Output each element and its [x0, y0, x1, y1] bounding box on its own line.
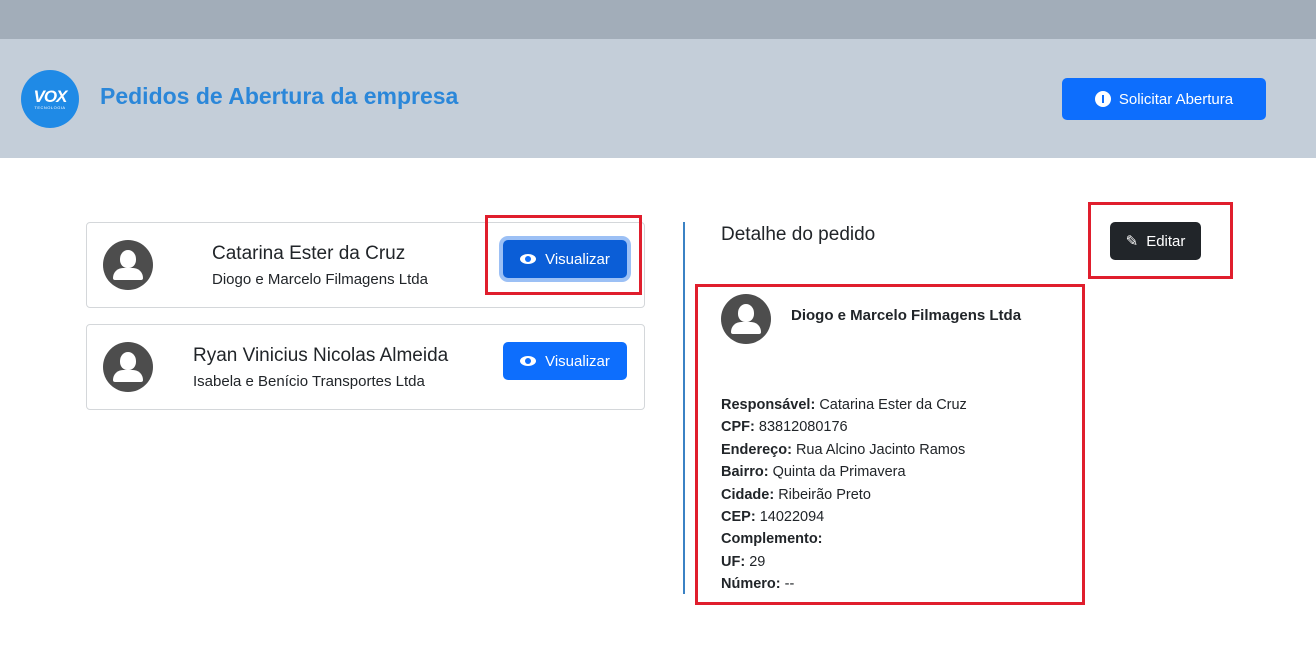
page-title: Pedidos de Abertura da empresa [100, 83, 459, 109]
order-card: Ryan Vinicius Nicolas Almeida Isabela e … [86, 324, 645, 410]
order-requester-name: Ryan Vinicius Nicolas Almeida [193, 345, 449, 366]
logo-text: VOX [33, 86, 68, 106]
order-company-name: Diogo e Marcelo Filmagens Ltda [212, 271, 428, 288]
visualizar-button[interactable]: Visualizar [503, 342, 627, 380]
vertical-divider [683, 222, 685, 594]
detail-title: Detalhe do pedido [721, 224, 876, 245]
order-requester-name: Catarina Ester da Cruz [212, 243, 406, 264]
highlight-box [695, 284, 1085, 605]
highlight-box [1088, 202, 1233, 279]
order-company-name: Isabela e Benício Transportes Ltda [193, 373, 425, 390]
eye-icon [520, 356, 537, 366]
plus-circle-icon [1094, 91, 1111, 107]
solicitar-abertura-label: Solicitar Abertura [1118, 90, 1234, 108]
top-strip [0, 0, 1316, 39]
solicitar-abertura-button[interactable]: Solicitar Abertura [1062, 78, 1266, 120]
visualizar-label: Visualizar [545, 352, 610, 370]
user-avatar-icon [103, 342, 153, 392]
logo-subtext: TECNOLOGIA [34, 104, 66, 110]
vox-logo: VOX TECNOLOGIA [21, 70, 79, 128]
highlight-box [485, 215, 642, 295]
user-avatar-icon [103, 240, 153, 290]
